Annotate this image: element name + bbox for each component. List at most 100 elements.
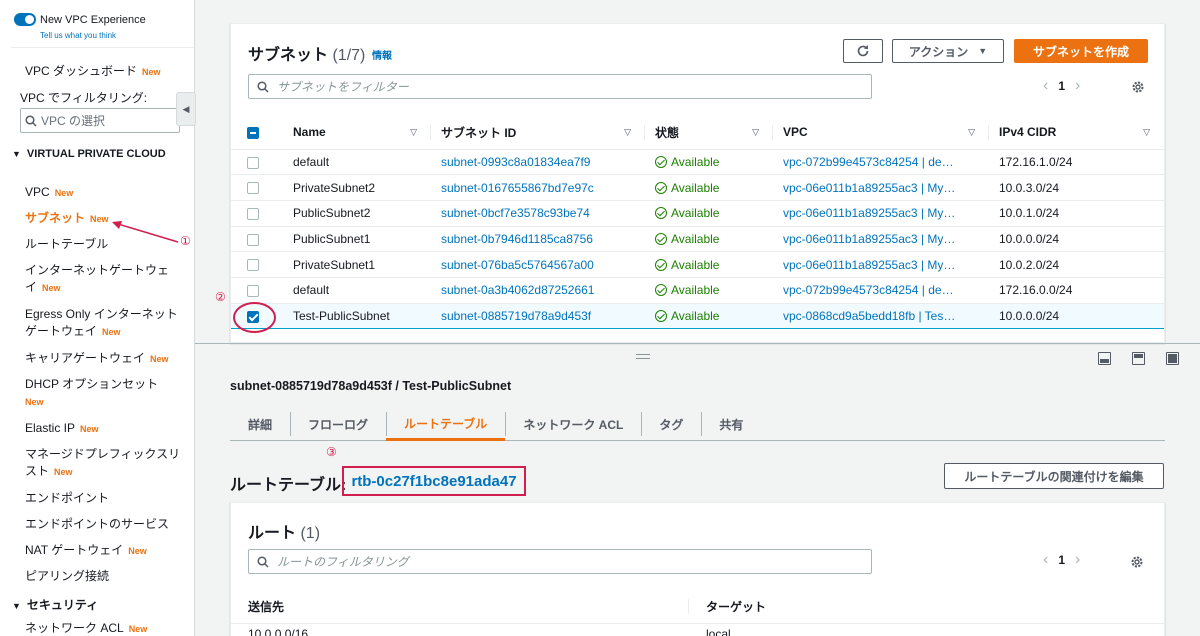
- table-row[interactable]: default subnet-0a3b4062d87252661 Available…: [231, 277, 1164, 304]
- sort-icon[interactable]: ▽: [752, 127, 759, 138]
- full-panel-icon[interactable]: [1166, 352, 1179, 365]
- row-checkbox[interactable]: [247, 285, 259, 298]
- sidebar-item-endpoints[interactable]: エンドポイント: [25, 490, 185, 507]
- sort-icon[interactable]: ▽: [624, 127, 631, 138]
- select-all-header[interactable]: [231, 116, 283, 150]
- subnet-vpc-link[interactable]: vpc-072b99e4573c84254 | de…: [773, 277, 989, 304]
- tab-route-table[interactable]: ルートテーブル: [386, 408, 506, 441]
- row-checkbox-cell[interactable]: [231, 149, 283, 176]
- column-header-ipv4-cidr[interactable]: IPv4 CIDR ▽: [989, 116, 1164, 150]
- gear-icon[interactable]: [1130, 555, 1144, 569]
- sort-icon[interactable]: ▽: [968, 127, 975, 138]
- toggle-switch[interactable]: [14, 13, 36, 26]
- sidebar-item-internet-gateways[interactable]: インターネットゲートウェイ New: [25, 262, 175, 297]
- table-row[interactable]: PrivateSubnet2 subnet-0167655867bd7e97c Av…: [231, 174, 1164, 201]
- subnet-id-link[interactable]: subnet-0a3b4062d87252661: [431, 277, 645, 304]
- route-filter-input[interactable]: ルートのフィルタリング: [248, 549, 872, 574]
- select-all-checkbox[interactable]: [247, 127, 259, 140]
- row-checkbox-cell[interactable]: [231, 251, 283, 278]
- subnet-vpc-link[interactable]: vpc-072b99e4573c84254 | de…: [773, 149, 989, 176]
- subnet-vpc-link[interactable]: vpc-06e011b1a89255ac3 | My…: [773, 200, 989, 227]
- row-checkbox-cell[interactable]: [231, 226, 283, 253]
- table-row[interactable]: PrivateSubnet1 subnet-076ba5c5764567a00 Av…: [231, 251, 1164, 278]
- prev-page-icon[interactable]: ‹: [1043, 551, 1048, 569]
- sort-icon[interactable]: ▽: [410, 127, 417, 138]
- tab-sharing[interactable]: 共有: [701, 408, 761, 441]
- sidebar-item-vpc[interactable]: VPC New: [25, 184, 185, 202]
- subnet-id-link[interactable]: subnet-0993c8a01834ea7f9: [431, 149, 645, 176]
- sidebar-item-endpoint-services[interactable]: エンドポイントのサービス: [25, 516, 185, 533]
- resize-handle-icon[interactable]: [636, 354, 650, 359]
- sort-icon[interactable]: ▽: [1143, 127, 1150, 138]
- subnet-id[interactable]: subnet-076ba5c5764567a00: [441, 258, 594, 272]
- new-vpc-experience-toggle[interactable]: New VPC Experience: [14, 13, 146, 26]
- row-checkbox-cell[interactable]: [231, 174, 283, 201]
- vpc-link[interactable]: vpc-06e011b1a89255ac3 | My…: [783, 232, 955, 246]
- subnet-filter-input[interactable]: サブネットをフィルター: [248, 74, 872, 99]
- column-header-destination[interactable]: 送信先: [231, 590, 689, 624]
- prev-page-icon[interactable]: ‹: [1043, 77, 1048, 95]
- subnet-vpc-link[interactable]: vpc-06e011b1a89255ac3 | My…: [773, 251, 989, 278]
- table-row[interactable]: Test-PublicSubnet subnet-0885719d78a9d453…: [231, 302, 1164, 330]
- subnet-id[interactable]: subnet-0a3b4062d87252661: [441, 283, 594, 297]
- subnet-id-link[interactable]: subnet-0bcf7e3578c93be74: [431, 200, 645, 227]
- vpc-link[interactable]: vpc-072b99e4573c84254 | de…: [783, 283, 954, 297]
- row-checkbox[interactable]: [247, 182, 259, 195]
- row-checkbox[interactable]: [247, 259, 259, 272]
- sidebar-item-egress-only-igw[interactable]: Egress Only インターネットゲートウェイ New: [25, 306, 180, 341]
- edit-route-table-association-button[interactable]: ルートテーブルの関連付けを編集: [944, 463, 1164, 489]
- next-page-icon[interactable]: ›: [1075, 551, 1080, 569]
- sidebar-item-route-tables[interactable]: ルートテーブル: [25, 236, 185, 253]
- split-panel-divider[interactable]: [195, 343, 1200, 344]
- page-number[interactable]: 1: [1058, 553, 1065, 567]
- vpc-link[interactable]: vpc-06e011b1a89255ac3 | My…: [783, 258, 955, 272]
- tab-tags[interactable]: タグ: [641, 408, 701, 441]
- subnet-id[interactable]: subnet-0167655867bd7e97c: [441, 181, 594, 195]
- column-header-target[interactable]: ターゲット: [689, 590, 1164, 624]
- side-panel-icon[interactable]: [1132, 352, 1145, 365]
- vpc-select[interactable]: VPC の選択: [20, 108, 180, 133]
- sidebar-item-dhcp-options[interactable]: DHCP オプションセット New: [25, 376, 165, 411]
- subnet-id[interactable]: subnet-0bcf7e3578c93be74: [441, 206, 590, 220]
- column-header-name[interactable]: Name ▽: [283, 116, 431, 150]
- subnet-id-link[interactable]: subnet-076ba5c5764567a00: [431, 251, 645, 278]
- tab-flow-logs[interactable]: フローログ: [290, 408, 386, 441]
- subnet-id[interactable]: subnet-0b7946d1185ca8756: [441, 232, 593, 246]
- column-header-state[interactable]: 状態 ▽: [645, 116, 773, 150]
- sidebar-item-subnets[interactable]: サブネット New: [25, 210, 185, 228]
- actions-button[interactable]: アクション ▼: [892, 39, 1004, 63]
- collapse-sidebar-button[interactable]: ◀: [176, 92, 196, 126]
- subnet-vpc-link[interactable]: vpc-06e011b1a89255ac3 | My…: [773, 174, 989, 201]
- sidebar-item-managed-prefix-lists[interactable]: マネージドプレフィックスリスト New: [25, 446, 183, 481]
- subnet-id[interactable]: subnet-0885719d78a9d453f: [441, 309, 591, 323]
- sidebar-item-peering-connections[interactable]: ピアリング接続: [25, 568, 185, 585]
- create-subnet-button[interactable]: サブネットを作成: [1014, 39, 1148, 63]
- next-page-icon[interactable]: ›: [1075, 77, 1080, 95]
- sidebar-item-elastic-ip[interactable]: Elastic IP New: [25, 420, 185, 438]
- tab-network-acl[interactable]: ネットワーク ACL: [505, 408, 641, 441]
- sidebar-item-network-acls[interactable]: ネットワーク ACL New: [25, 620, 185, 636]
- row-checkbox-cell[interactable]: [231, 277, 283, 304]
- subnet-id[interactable]: subnet-0993c8a01834ea7f9: [441, 155, 590, 169]
- sidebar-item-nat-gateways[interactable]: NAT ゲートウェイ New: [25, 542, 185, 560]
- section-virtual-private-cloud[interactable]: ▼ VIRTUAL PRIVATE CLOUD: [12, 147, 172, 162]
- table-row[interactable]: PublicSubnet2 subnet-0bcf7e3578c93be74 Ava…: [231, 200, 1164, 227]
- tab-details[interactable]: 詳細: [230, 408, 290, 441]
- subnet-id-link[interactable]: subnet-0167655867bd7e97c: [431, 174, 645, 201]
- subnet-id-link[interactable]: subnet-0885719d78a9d453f: [431, 302, 645, 330]
- route-table-link[interactable]: rtb-0c27f1bc8e91ada47: [342, 466, 526, 496]
- sidebar-item-dashboard[interactable]: VPC ダッシュボード New: [25, 63, 185, 81]
- feedback-link[interactable]: Tell us what you think: [40, 31, 116, 40]
- vpc-link[interactable]: vpc-0868cd9a5bedd18fb | Tes…: [783, 309, 955, 323]
- row-checkbox[interactable]: [247, 156, 259, 169]
- row-checkbox-cell[interactable]: [231, 200, 283, 227]
- bottom-panel-icon[interactable]: [1098, 352, 1111, 365]
- row-checkbox[interactable]: [247, 233, 259, 246]
- vpc-link[interactable]: vpc-06e011b1a89255ac3 | My…: [783, 181, 955, 195]
- vpc-link[interactable]: vpc-06e011b1a89255ac3 | My…: [783, 206, 955, 220]
- table-row[interactable]: default subnet-0993c8a01834ea7f9 Available…: [231, 149, 1164, 176]
- subnet-id-link[interactable]: subnet-0b7946d1185ca8756: [431, 226, 645, 253]
- row-checkbox[interactable]: [247, 208, 259, 221]
- page-number[interactable]: 1: [1058, 79, 1065, 93]
- gear-icon[interactable]: [1131, 80, 1145, 94]
